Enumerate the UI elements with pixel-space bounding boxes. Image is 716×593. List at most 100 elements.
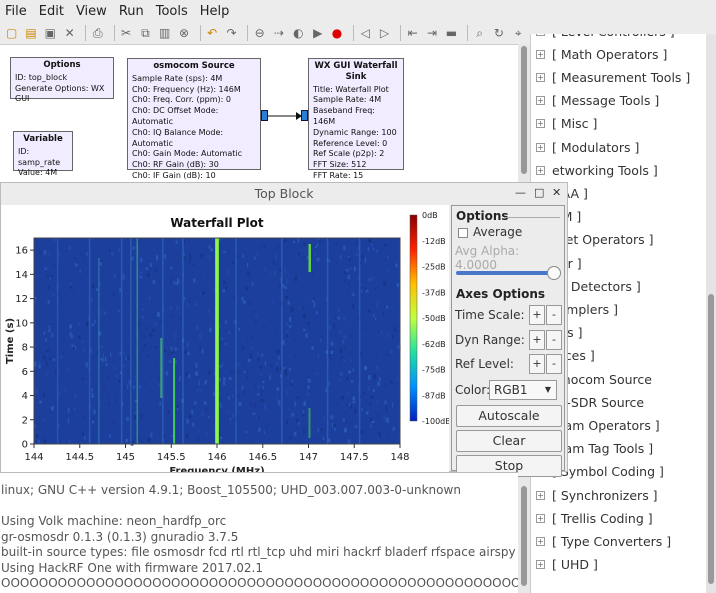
expand-icon[interactable]: + <box>536 142 545 152</box>
generate-icon[interactable]: ⇤ <box>405 24 420 42</box>
paste-icon[interactable]: ▥ <box>157 24 172 42</box>
tree-category-item[interactable]: + [ Message Tools ] <box>536 91 659 111</box>
undo-icon[interactable]: ↶ <box>205 24 220 42</box>
expand-icon[interactable]: + <box>536 49 545 59</box>
menu-tools[interactable]: Tools <box>156 4 188 19</box>
heatmap-noise <box>191 410 194 415</box>
tree-category-item[interactable]: + [ Math Operators ] <box>536 44 667 64</box>
options-panel: Options Average Avg Alpha: 4.0000 Axes O… <box>451 205 565 477</box>
tree-category-item[interactable]: + [ Modulators ] <box>536 137 639 157</box>
ref-level-minus-button[interactable]: - <box>546 354 562 374</box>
reload-icon[interactable]: ↻ <box>491 24 506 42</box>
heatmap-noise <box>342 335 345 339</box>
scroll-thumb[interactable] <box>708 294 714 584</box>
menu-run[interactable]: Run <box>119 4 144 19</box>
menu-view[interactable]: View <box>76 4 107 19</box>
tree-category-item[interactable]: + [ Measurement Tools ] <box>536 67 690 87</box>
redo-icon[interactable]: ↷ <box>224 24 239 42</box>
color-select[interactable]: RGB1 ▼ <box>489 380 557 400</box>
heatmap-noise <box>48 253 50 257</box>
waterfall-sink-block[interactable]: WX GUI Waterfall Sink Title: Waterfall P… <box>308 58 404 182</box>
variable-block[interactable]: Variable ID: samp_rate Value: 4M <box>13 131 73 177</box>
menu-file[interactable]: File <box>5 4 27 19</box>
new-icon[interactable]: ▢ <box>4 24 19 42</box>
avg-alpha-slider-knob[interactable] <box>546 266 561 280</box>
heatmap-noise <box>74 404 77 408</box>
ref-level-plus-button[interactable]: + <box>529 354 545 374</box>
menu-help[interactable]: Help <box>200 4 230 19</box>
window-titlebar[interactable]: Top Block — □ ✕ <box>1 183 567 204</box>
expand-icon[interactable]: + <box>536 119 545 129</box>
tree-category-item[interactable]: + [ Level Controllers ] <box>536 34 675 41</box>
block-param: FFT Size: 512 <box>313 160 367 170</box>
run-icon[interactable]: ▶ <box>310 24 325 42</box>
open-icon[interactable]: ▤ <box>23 24 38 42</box>
scroll-thumb[interactable] <box>521 486 527 586</box>
waterfall-in-port[interactable] <box>301 110 308 121</box>
copy-icon[interactable]: ⧉ <box>138 24 153 42</box>
block-param: Ch0: Freq. Corr. (ppm): 0 <box>132 95 231 105</box>
heatmap-noise <box>186 303 190 306</box>
heatmap-noise <box>47 300 50 304</box>
expand-icon[interactable]: + <box>536 536 545 546</box>
tree-category-item[interactable]: + [ Type Converters ] <box>536 531 671 551</box>
rotate-right-icon[interactable]: ▷ <box>377 24 392 42</box>
osmocom-out-port[interactable] <box>261 110 268 121</box>
osmocom-source-block[interactable]: osmocom Source Sample Rate (sps): 4M Ch0:… <box>127 58 261 182</box>
stop-icon[interactable]: ● <box>329 24 344 42</box>
tree-scrollbar[interactable] <box>706 34 716 593</box>
tree-category-item[interactable]: + [ Synchronizers ] <box>536 485 658 505</box>
average-checkbox[interactable] <box>458 228 468 238</box>
print-icon[interactable]: ⎙ <box>90 24 105 42</box>
close-window-icon[interactable]: ✕ <box>552 186 561 199</box>
colorbar-label: -87dB <box>422 391 446 400</box>
menu-edit[interactable]: Edit <box>39 4 64 19</box>
enable-icon[interactable]: ◐ <box>291 24 306 42</box>
clear-button[interactable]: Clear <box>456 430 562 452</box>
rotate-left-icon[interactable]: ◁ <box>358 24 373 42</box>
toolbar: ▢ ▤ ▣ ✕ ⎙ ✂ ⧉ ▥ ⊗ ↶ ↷ ⊖ ⇢ ◐ ▶ ● ◁ ▷ ⇤ ⇥ … <box>0 22 530 44</box>
save-icon[interactable]: ▣ <box>43 24 58 42</box>
close-icon[interactable]: ✕ <box>62 24 77 42</box>
expand-icon[interactable]: + <box>536 72 545 82</box>
heatmap-noise <box>303 242 306 247</box>
expand-icon[interactable]: + <box>536 560 545 570</box>
console-output[interactable]: linux; GNU C++ version 4.9.1; Boost_1055… <box>0 472 518 593</box>
dyn-range-minus-button[interactable]: - <box>546 330 562 350</box>
scroll-thumb[interactable] <box>521 46 527 174</box>
flowgraph-canvas[interactable]: Options ID: top_block Generate Options: … <box>0 44 518 182</box>
dyn-range-plus-button[interactable]: + <box>529 330 545 350</box>
tree-category-item[interactable]: + etworking Tools ] <box>536 160 658 180</box>
tree-category-item[interactable]: + [ Trellis Coding ] <box>536 508 653 528</box>
cut-icon[interactable]: ✂ <box>118 24 133 42</box>
expand-icon[interactable]: + <box>536 490 545 500</box>
heatmap-noise <box>115 374 119 378</box>
delete-icon[interactable]: ⊗ <box>176 24 191 42</box>
expand-icon[interactable]: + <box>536 513 545 523</box>
tree-category-item[interactable]: + [ UHD ] <box>536 555 598 575</box>
heatmap-noise <box>370 395 373 400</box>
minimize-icon[interactable]: — <box>515 186 526 199</box>
heatmap-noise <box>371 420 375 424</box>
bypass-icon[interactable]: ⇢ <box>271 24 286 42</box>
options-block[interactable]: Options ID: top_block Generate Options: … <box>10 57 114 103</box>
heatmap-noise <box>41 283 44 289</box>
disable-icon[interactable]: ⊖ <box>252 24 267 42</box>
expand-icon[interactable]: + <box>536 34 545 36</box>
tree-category-item[interactable]: + [ Misc ] <box>536 114 597 134</box>
maximize-icon[interactable]: □ <box>534 186 544 199</box>
time-scale-minus-button[interactable]: - <box>546 305 562 325</box>
heatmap-noise <box>152 328 155 333</box>
heatmap-noise <box>303 255 307 259</box>
hierarchy-icon[interactable]: ⌖ <box>511 24 526 42</box>
expand-icon[interactable]: + <box>536 96 545 106</box>
autoscale-button[interactable]: Autoscale <box>456 405 562 427</box>
kill-icon[interactable]: ▬ <box>444 24 459 42</box>
toolbar-separator <box>85 25 87 41</box>
time-scale-plus-button[interactable]: + <box>529 305 545 325</box>
find-icon[interactable]: ⌕ <box>472 24 487 42</box>
execute-icon[interactable]: ⇥ <box>424 24 439 42</box>
expand-icon[interactable]: + <box>536 165 545 175</box>
heatmap-noise <box>81 377 85 380</box>
heatmap-noise <box>251 281 254 286</box>
